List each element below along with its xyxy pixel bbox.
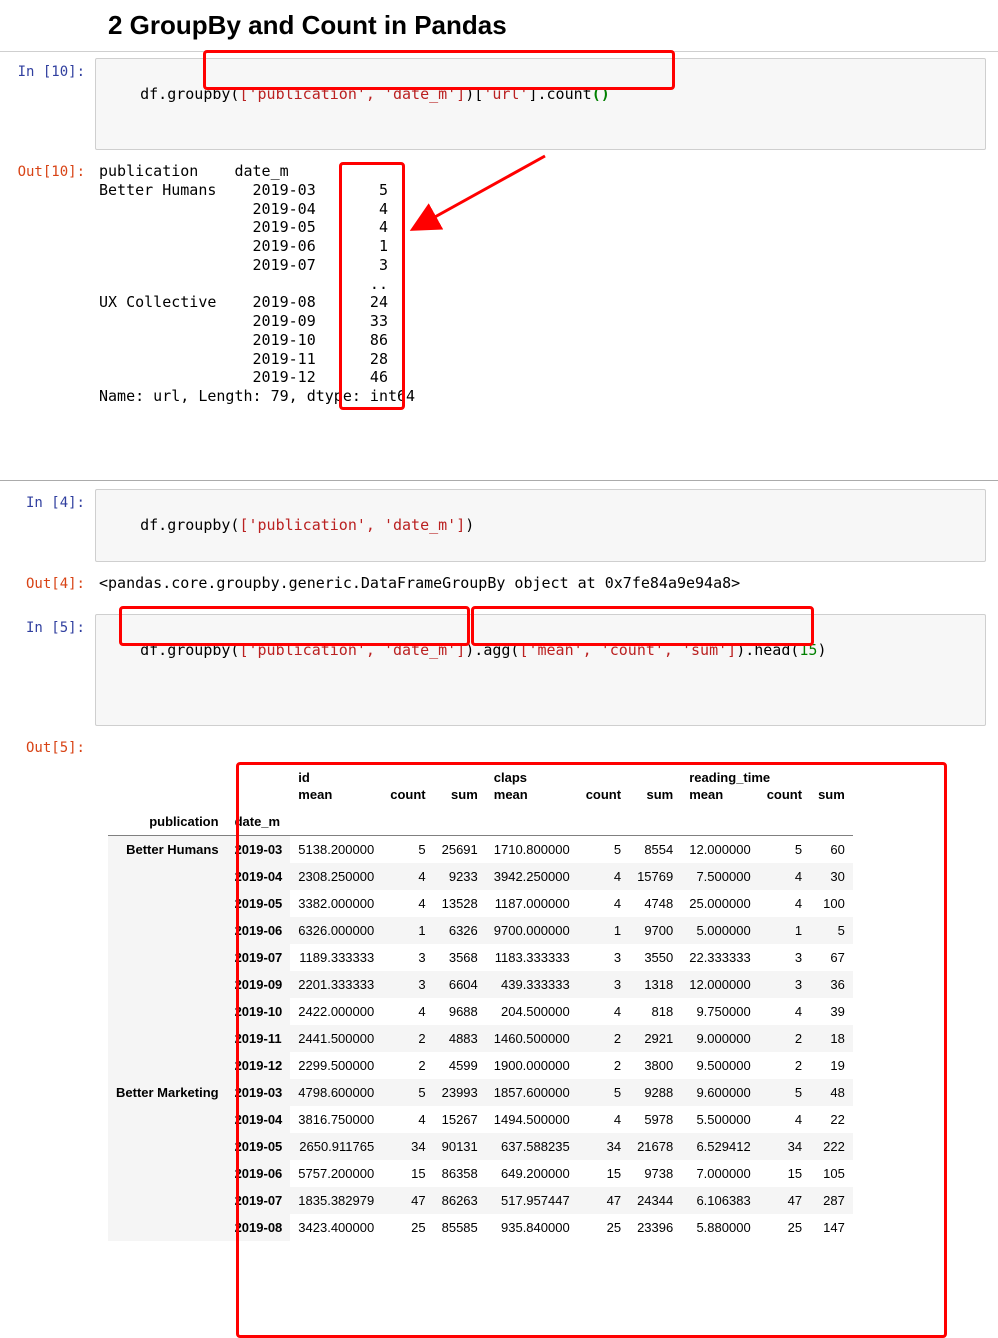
- prompt-in-4: In [4]:: [0, 489, 95, 511]
- prompt-in-5: In [5]:: [0, 614, 95, 636]
- code-input-5[interactable]: df.groupby(['publication', 'date_m']).ag…: [95, 614, 986, 726]
- output-text-10: publication date_m Better Humans 2019-03…: [95, 158, 998, 466]
- cell-in-4: In [4]: df.groupby(['publication', 'date…: [0, 485, 998, 566]
- code-text: df.groupby(['publication', 'date_m'])['u…: [140, 85, 610, 103]
- agg-table: idclapsreading_timemeancountsummeancount…: [108, 764, 853, 1241]
- code-text: df.groupby(['publication', 'date_m']).ag…: [140, 641, 826, 659]
- table-row: Better Humans2019-035138.200000525691171…: [108, 835, 853, 863]
- table-row: Better Marketing2019-034798.600000523993…: [108, 1079, 853, 1106]
- prompt-in-10: In [10]:: [0, 58, 95, 80]
- arrow-icon: [395, 150, 555, 250]
- prompt-out-4: Out[4]:: [0, 570, 95, 592]
- section-heading: 2 GroupBy and Count in Pandas: [0, 0, 998, 51]
- cell-out-4: Out[4]: <pandas.core.groupby.generic.Dat…: [0, 566, 998, 601]
- prompt-out-5: Out[5]:: [0, 734, 95, 756]
- cell-in-5: In [5]: df.groupby(['publication', 'date…: [0, 610, 998, 730]
- cell-in-10: In [10]: df.groupby(['publication', 'dat…: [0, 54, 998, 154]
- code-text: df.groupby(['publication', 'date_m']): [140, 516, 474, 534]
- output-table-wrap: idclapsreading_timemeancountsummeancount…: [108, 760, 998, 1261]
- cell-out-10: Out[10]: publication date_m Better Human…: [0, 154, 998, 470]
- code-input-10[interactable]: df.groupby(['publication', 'date_m'])['u…: [95, 58, 986, 150]
- code-input-4[interactable]: df.groupby(['publication', 'date_m']): [95, 489, 986, 562]
- prompt-out-10: Out[10]:: [0, 158, 95, 180]
- output-text-4: <pandas.core.groupby.generic.DataFrameGr…: [95, 570, 998, 597]
- cell-out-5: Out[5]:: [0, 730, 998, 760]
